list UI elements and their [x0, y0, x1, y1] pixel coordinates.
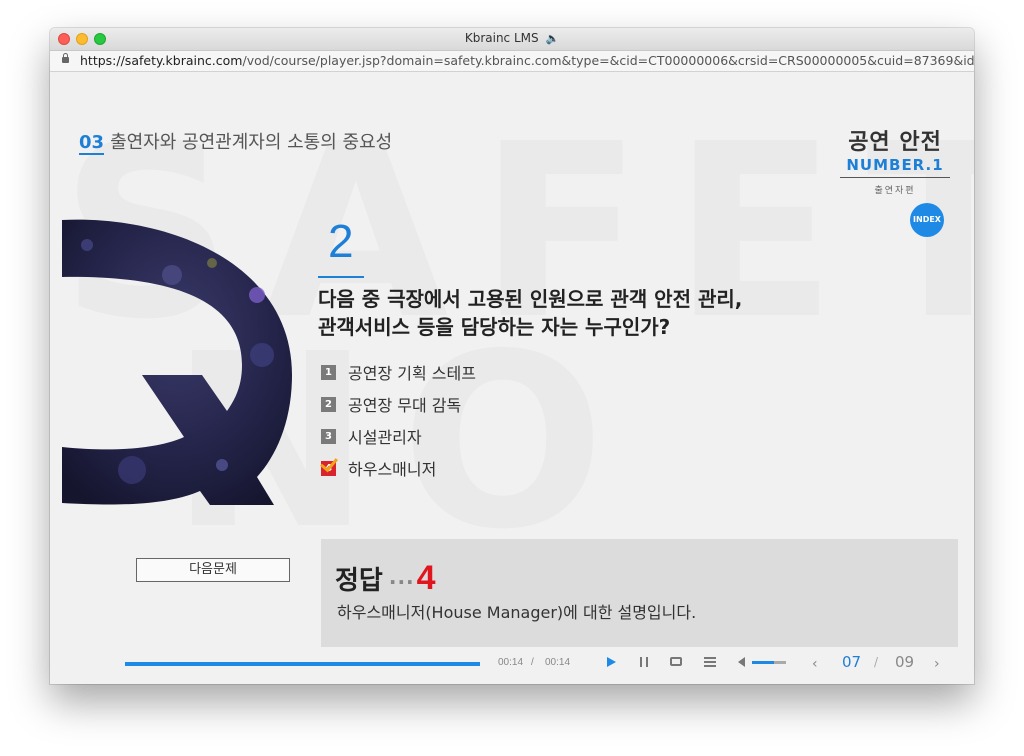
url-host: https://safety.kbrainc.com	[80, 53, 243, 68]
url-text[interactable]: https://safety.kbrainc.com/vod/course/pl…	[80, 51, 974, 71]
time-separator: /	[531, 657, 534, 668]
browser-window: Kbrainc LMS 🔈 https://safety.kbrainc.com…	[50, 28, 974, 684]
question-text: 다음 중 극장에서 고용된 인원으로 관객 안전 관리, 관객서비스 등을 담당…	[318, 285, 742, 341]
pause-icon[interactable]	[640, 657, 648, 667]
answer-options: 1 공연장 기획 스테프 2 공연장 무대 감독 3 시설관리자 4 하우스매니…	[320, 356, 476, 484]
volume-icon[interactable]	[738, 657, 745, 667]
current-time: 00:14	[498, 657, 524, 668]
answer-label: 정답	[335, 566, 383, 596]
answer-heading: 정답 ···4	[335, 559, 436, 598]
option-label: 공연장 무대 감독	[348, 396, 462, 415]
answer-description: 하우스매니저(House Manager)에 대한 설명입니다.	[337, 603, 697, 622]
title-bar: Kbrainc LMS 🔈	[50, 28, 974, 51]
player-controls: 00:14 / 00:14 ‹ 07 / 09 ›	[50, 648, 974, 678]
speaker-icon: 🔈	[545, 32, 560, 45]
question-number: 2	[328, 215, 354, 267]
progress-bar[interactable]	[125, 662, 480, 666]
window-title: Kbrainc LMS 🔈	[50, 31, 974, 45]
question-number-underline	[318, 276, 364, 278]
section-title-text: 출연자와 공연관계자의 소통의 중요성	[110, 132, 393, 153]
window-title-text: Kbrainc LMS	[464, 31, 539, 45]
option-label: 시설관리자	[348, 428, 422, 447]
brand-title-en: NUMBER.1	[840, 156, 950, 178]
brand-subtitle: 출연자편	[874, 186, 916, 196]
repeat-icon[interactable]	[670, 657, 682, 666]
checkmark-icon	[320, 453, 338, 472]
page-separator: /	[874, 655, 879, 669]
chevron-left-icon[interactable]: ‹	[812, 656, 818, 672]
play-icon[interactable]	[607, 657, 616, 667]
option-2[interactable]: 2 공연장 무대 감독	[321, 388, 476, 420]
chevron-right-icon[interactable]: ›	[934, 656, 940, 672]
option-label: 공연장 기획 스테프	[348, 364, 476, 383]
url-path: /vod/course/player.jsp?domain=safety.kbr…	[242, 53, 974, 68]
option-3[interactable]: 3 시설관리자	[321, 420, 476, 452]
total-pages: 09	[895, 653, 915, 671]
answer-dots: ···	[388, 570, 415, 594]
question-line-2: 관객서비스 등을 담당하는 자는 누구인가?	[318, 315, 671, 339]
course-brand: 공연 안전 NUMBER.1 출연자편	[840, 124, 950, 196]
lock-icon	[62, 53, 69, 63]
option-number-badge: 1	[321, 364, 336, 380]
option-number-badge: 2	[321, 396, 336, 412]
option-4[interactable]: 4 하우스매니저	[320, 452, 476, 484]
q-letter-graphic	[62, 219, 292, 506]
url-bar[interactable]: https://safety.kbrainc.com/vod/course/pl…	[50, 51, 974, 72]
brand-title-ko: 공연 안전	[848, 130, 942, 155]
total-time: 00:14	[545, 657, 571, 668]
answer-panel: 정답 ···4 하우스매니저(House Manager)에 대한 설명입니다.	[321, 539, 958, 647]
current-page: 07	[842, 653, 862, 671]
option-number-badge: 4	[320, 453, 338, 476]
answer-value: 4	[416, 559, 436, 597]
section-title: 03 출연자와 공연관계자의 소통의 중요성	[79, 128, 393, 155]
option-1[interactable]: 1 공연장 기획 스테프	[321, 356, 476, 388]
volume-level	[752, 661, 775, 664]
option-number-badge: 3	[321, 428, 336, 444]
section-number: 03	[79, 132, 105, 155]
menu-icon[interactable]	[704, 657, 716, 667]
option-label: 하우스매니저	[348, 460, 437, 479]
next-question-button[interactable]: 다음문제	[136, 558, 290, 582]
question-line-1: 다음 중 극장에서 고용된 인원으로 관객 안전 관리,	[318, 287, 743, 311]
lesson-content: SAFETY NO 03출연자와 공연관계자의 소통의 중요성 공연 안전 NU…	[50, 72, 974, 684]
index-button[interactable]: INDEX	[910, 203, 944, 237]
